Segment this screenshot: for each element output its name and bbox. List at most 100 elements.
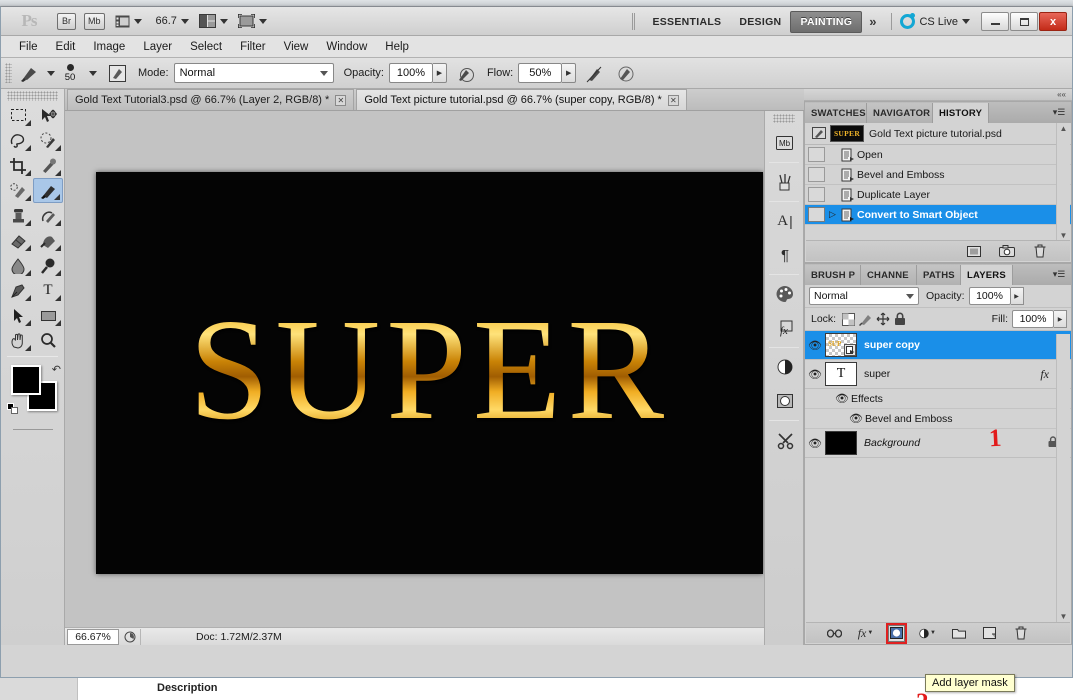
opacity-input[interactable]: 100% <box>388 63 433 83</box>
layer-opacity-input[interactable]: 100% <box>968 287 1011 305</box>
airbrush-toggle[interactable] <box>614 62 636 84</box>
eraser-tool[interactable] <box>3 228 33 253</box>
history-snapshot-checkbox[interactable] <box>808 167 825 182</box>
brush-tool-icon[interactable] <box>17 62 43 84</box>
collapse-panels-button[interactable]: «« <box>804 89 1072 101</box>
horizontal-type-tool[interactable]: T <box>33 278 63 303</box>
options-bar-grip[interactable] <box>5 63 12 83</box>
quick-selection-tool[interactable] <box>33 128 63 153</box>
history-brush-source-icon[interactable] <box>808 125 830 143</box>
zoom-percentage-field[interactable]: 66.67% <box>67 628 119 645</box>
layer-visibility-icon[interactable]: 👁 <box>805 339 825 352</box>
layer-visibility-icon[interactable]: 👁 <box>805 368 825 381</box>
history-snapshot-checkbox[interactable] <box>808 187 825 202</box>
swap-colors-icon[interactable]: ↶ <box>52 363 61 376</box>
launch-bridge-button[interactable]: Br <box>57 12 76 30</box>
rail-grip[interactable] <box>773 114 795 123</box>
history-scrollbar[interactable]: ▲ ▼ <box>1056 123 1070 241</box>
brush-preset-chevron-down-icon[interactable] <box>47 70 55 76</box>
maximize-button[interactable] <box>1010 12 1038 31</box>
mini-bridge-icon[interactable]: Mb <box>765 126 805 160</box>
lock-position-icon[interactable] <box>874 311 891 328</box>
blend-mode-select[interactable]: Normal <box>173 63 334 83</box>
menu-image[interactable]: Image <box>84 39 134 55</box>
tab-brush-presets[interactable]: BRUSH P <box>805 265 861 285</box>
panel-menu-icon[interactable]: ▾☰ <box>1051 267 1067 281</box>
preview-icon[interactable] <box>119 628 141 645</box>
layer-effects-indicator-icon[interactable]: fx <box>1040 367 1049 382</box>
panel-menu-icon[interactable]: ▾☰ <box>1051 105 1067 119</box>
masks-panel-icon[interactable] <box>765 384 805 418</box>
history-state-bevel-emboss[interactable]: Bevel and Emboss <box>805 165 1071 185</box>
hand-tool[interactable] <box>3 328 33 353</box>
close-button[interactable]: x <box>1039 12 1067 31</box>
styles-panel-icon[interactable]: fx <box>765 311 805 345</box>
rectangle-tool[interactable] <box>33 303 63 328</box>
layer-row-background[interactable]: 👁 Background <box>805 429 1071 458</box>
layer-name[interactable]: super copy <box>864 339 920 351</box>
history-state-open[interactable]: Open <box>805 145 1071 165</box>
rectangular-marquee-tool[interactable] <box>3 103 33 128</box>
layer-effect-bevel-and-emboss[interactable]: 👁 Bevel and Emboss <box>805 409 1071 429</box>
layer-visibility-icon[interactable]: 👁 <box>805 437 825 450</box>
paragraph-panel-icon[interactable]: ¶ <box>765 238 805 272</box>
tab-swatches[interactable]: SWATCHES <box>805 103 867 123</box>
flow-slider-arrow-icon[interactable]: ▶ <box>562 63 577 83</box>
brush-presets-icon[interactable] <box>765 165 805 199</box>
tab-layers[interactable]: LAYERS <box>961 265 1013 285</box>
history-snapshot-checkbox[interactable] <box>808 147 825 162</box>
tools-panel-grip[interactable] <box>7 91 58 101</box>
launch-mini-bridge-button[interactable]: Mb <box>84 12 105 30</box>
character-panel-icon[interactable]: A | <box>765 204 805 238</box>
scroll-down-icon[interactable]: ▼ <box>1057 612 1070 621</box>
opacity-pressure-toggle[interactable] <box>455 62 477 84</box>
new-group-icon[interactable] <box>950 625 967 642</box>
lock-all-icon[interactable] <box>891 311 908 328</box>
history-state-convert-to-smart-object[interactable]: ▷ Convert to Smart Object <box>805 205 1071 225</box>
document-tab-1[interactable]: Gold Text Tutorial3.psd @ 66.7% (Layer 2… <box>67 89 355 110</box>
tools-options-icon[interactable] <box>765 423 805 457</box>
gradient-tool[interactable] <box>33 228 63 253</box>
foreground-color-swatch[interactable] <box>11 365 41 395</box>
layer-blend-mode-select[interactable]: Normal <box>809 287 919 305</box>
link-layers-icon[interactable] <box>826 625 843 642</box>
crop-tool[interactable] <box>3 153 33 178</box>
move-tool[interactable] <box>33 103 63 128</box>
zoom-chevron-down-icon[interactable] <box>180 18 189 24</box>
create-document-from-state-icon[interactable] <box>966 243 982 259</box>
layers-scrollbar[interactable]: ▼ <box>1056 334 1070 623</box>
tab-paths[interactable]: PATHS <box>917 265 961 285</box>
history-source-row[interactable]: SUPER Gold Text picture tutorial.psd <box>805 123 1071 145</box>
eyedropper-tool[interactable] <box>33 153 63 178</box>
zoom-tool[interactable] <box>33 328 63 353</box>
menu-file[interactable]: File <box>10 39 47 55</box>
layer-thumbnail[interactable]: SUP <box>825 333 857 357</box>
scroll-up-icon[interactable]: ▲ <box>1057 124 1070 133</box>
flow-input[interactable]: 50% <box>518 63 563 83</box>
menu-view[interactable]: View <box>275 39 318 55</box>
layer-thumbnail[interactable] <box>825 431 857 455</box>
screen-mode-button[interactable] <box>237 12 267 31</box>
menu-select[interactable]: Select <box>181 39 231 55</box>
document-tab-2[interactable]: Gold Text picture tutorial.psd @ 66.7% (… <box>356 89 687 110</box>
layer-name[interactable]: Background <box>864 437 920 449</box>
menu-edit[interactable]: Edit <box>47 39 85 55</box>
blur-tool[interactable] <box>3 253 33 278</box>
brush-size-chevron-down-icon[interactable] <box>89 70 97 76</box>
fill-slider-arrow-icon[interactable]: ▶ <box>1054 310 1067 328</box>
pen-tool[interactable] <box>3 278 33 303</box>
add-layer-mask-icon[interactable] <box>886 622 907 644</box>
layer-row-super-copy[interactable]: 👁 SUP super copy ▲ <box>805 331 1071 360</box>
delete-layer-icon[interactable] <box>1012 625 1029 642</box>
lock-image-pixels-icon[interactable] <box>857 311 874 328</box>
view-extras-button[interactable] <box>115 12 142 31</box>
layer-row-super[interactable]: 👁 T super fx ▲ <box>805 360 1071 389</box>
zoom-level-value[interactable]: 66.7 <box>156 15 177 27</box>
minimize-button[interactable] <box>981 12 1009 31</box>
workspace-essentials-button[interactable]: ESSENTIALS <box>643 12 730 32</box>
default-colors-icon[interactable] <box>7 403 19 415</box>
workspace-design-button[interactable]: DESIGN <box>730 12 790 32</box>
menu-filter[interactable]: Filter <box>231 39 275 55</box>
opacity-slider-arrow-icon[interactable]: ▶ <box>432 63 447 83</box>
brush-size-preview[interactable]: 50 <box>55 63 85 83</box>
